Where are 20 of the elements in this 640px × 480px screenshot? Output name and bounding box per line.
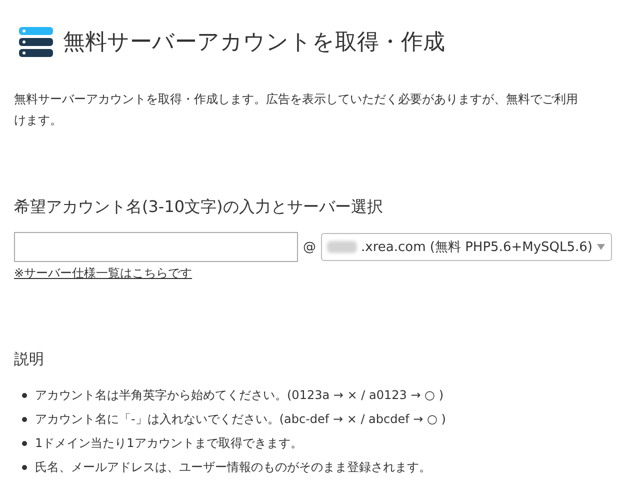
account-name-field[interactable] [14, 232, 298, 262]
intro-text: 無料サーバーアカウントを取得・作成します。広告を表示していただく必要がありますが、無料でご利用 [14, 91, 579, 108]
form-heading: 希望アカウント名(3-10文字)の入力とサーバー選択 [14, 197, 384, 218]
bullet-icon [22, 416, 27, 422]
bullet-icon [22, 440, 27, 446]
notes-heading: 説明 [14, 350, 45, 369]
spec-link[interactable]: ※サーバー仕様一覧はこちらです [14, 265, 192, 282]
bullet-icon [22, 392, 27, 398]
page-title: 無料サーバーアカウントを取得・作成 [63, 29, 445, 57]
bullet-icon [22, 464, 27, 470]
server-select[interactable]: .xrea.com (無料 PHP5.6+MySQL5.6) [321, 233, 612, 261]
intro-text: けます。 [14, 112, 63, 129]
server-icon [19, 27, 53, 57]
note-text: アカウント名は半角英字から始めてください。(0123a → × / a0123 → ○ ) [35, 386, 444, 404]
caret-icon [596, 244, 604, 250]
redacted-mark [327, 241, 357, 253]
at-sign: @ [303, 240, 316, 254]
note-text: アカウント名に「-」は入れないでください。(abc-def → × / abcdef → ○ ) [35, 410, 446, 428]
note-text: 氏名、メールアドレスは、ユーザー情報のものがそのまま登録されます。 [35, 458, 431, 476]
note-text: 1ドメイン当たり1アカウントまで取得できます。 [35, 434, 302, 452]
